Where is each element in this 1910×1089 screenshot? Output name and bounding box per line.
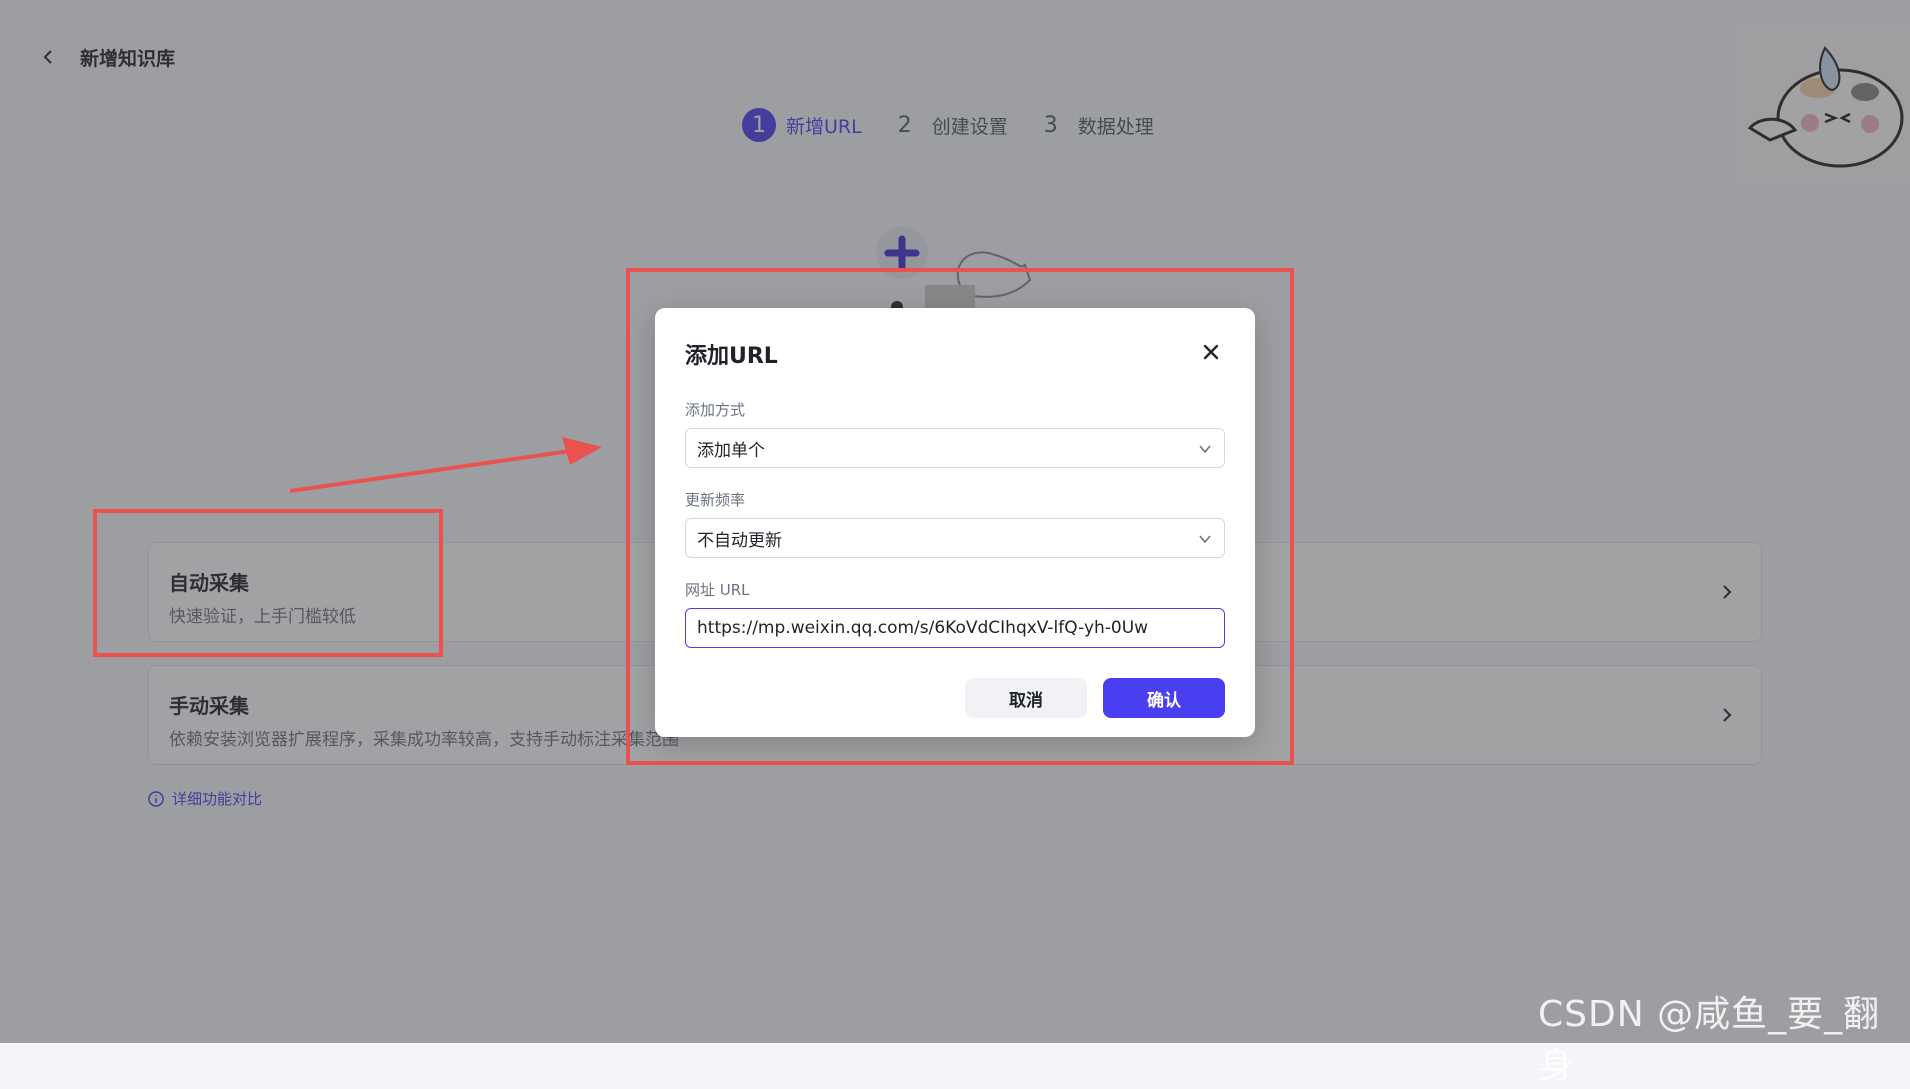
chevron-down-icon [1199, 445, 1211, 454]
update-frequency-label: 更新频率 [685, 491, 746, 509]
add-method-value: 添加单个 [697, 440, 765, 461]
annotation-arrow [289, 437, 602, 493]
cancel-button[interactable]: 取消 [965, 678, 1087, 718]
update-frequency-select[interactable]: 不自动更新 [685, 518, 1225, 558]
add-method-label: 添加方式 [685, 401, 746, 419]
add-method-select[interactable]: 添加单个 [685, 428, 1225, 468]
annotation-box-auto-collect [93, 509, 443, 657]
url-label: 网址 URL [685, 581, 750, 599]
chevron-down-icon [1199, 535, 1211, 544]
url-input[interactable]: https://mp.weixin.qq.com/s/6KoVdCIhqxV-l… [685, 608, 1225, 648]
dialog-title: 添加URL [685, 344, 778, 369]
watermark: CSDN @咸鱼_要_翻身 [1538, 994, 1881, 1087]
confirm-button[interactable]: 确认 [1103, 678, 1225, 718]
add-url-dialog: 添加URL 添加方式 添加单个 更新频率 不自动更新 网址 URL https:… [655, 308, 1255, 737]
update-frequency-value: 不自动更新 [697, 530, 782, 551]
close-icon[interactable] [1197, 338, 1225, 366]
